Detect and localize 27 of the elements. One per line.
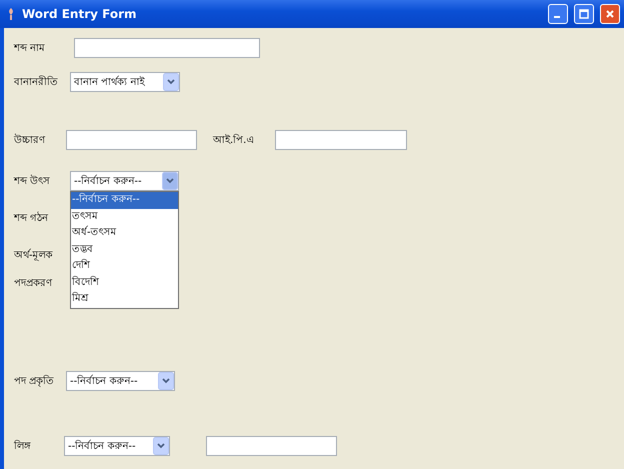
field-label: উচ্চারণ (14, 132, 46, 148)
maximize-button[interactable] (574, 4, 594, 24)
field-label: শব্দ গঠন (14, 210, 50, 226)
minimize-icon (554, 16, 560, 18)
field-label: পদপ্রকরণ (14, 276, 54, 290)
app-icon (6, 7, 16, 21)
dropdown[interactable]: --নির্বাচন করুন-- (70, 171, 179, 191)
input-field[interactable] (74, 38, 260, 58)
input-field[interactable] (206, 436, 337, 456)
dropdown-option[interactable]: --নির্বাচন করুন-- (71, 192, 178, 208)
field-label: লিঙ্গ (14, 439, 32, 454)
field-label: আই.পি.এ (213, 133, 256, 148)
input-field[interactable] (275, 130, 407, 150)
dropdown[interactable]: বানান পার্থক্য নাই (70, 72, 180, 92)
dropdown[interactable]: --নির্বাচন করুন-- (66, 371, 175, 391)
field-label: বানানরীতি (14, 74, 59, 90)
minimize-button[interactable] (548, 4, 568, 24)
field-label: শব্দ নাম (14, 42, 46, 56)
field-label: শব্দ উৎস (14, 174, 52, 188)
input-field[interactable] (66, 130, 197, 150)
window-title: Word Entry Form (22, 7, 138, 21)
field-label: অর্থ-মূলক (14, 248, 54, 263)
field-label: পদ প্রকৃতি (14, 374, 56, 389)
dropdown[interactable]: --নির্বাচন করুন-- (64, 436, 170, 456)
close-button[interactable] (600, 4, 620, 24)
close-icon (605, 9, 615, 19)
maximize-icon (579, 9, 589, 19)
